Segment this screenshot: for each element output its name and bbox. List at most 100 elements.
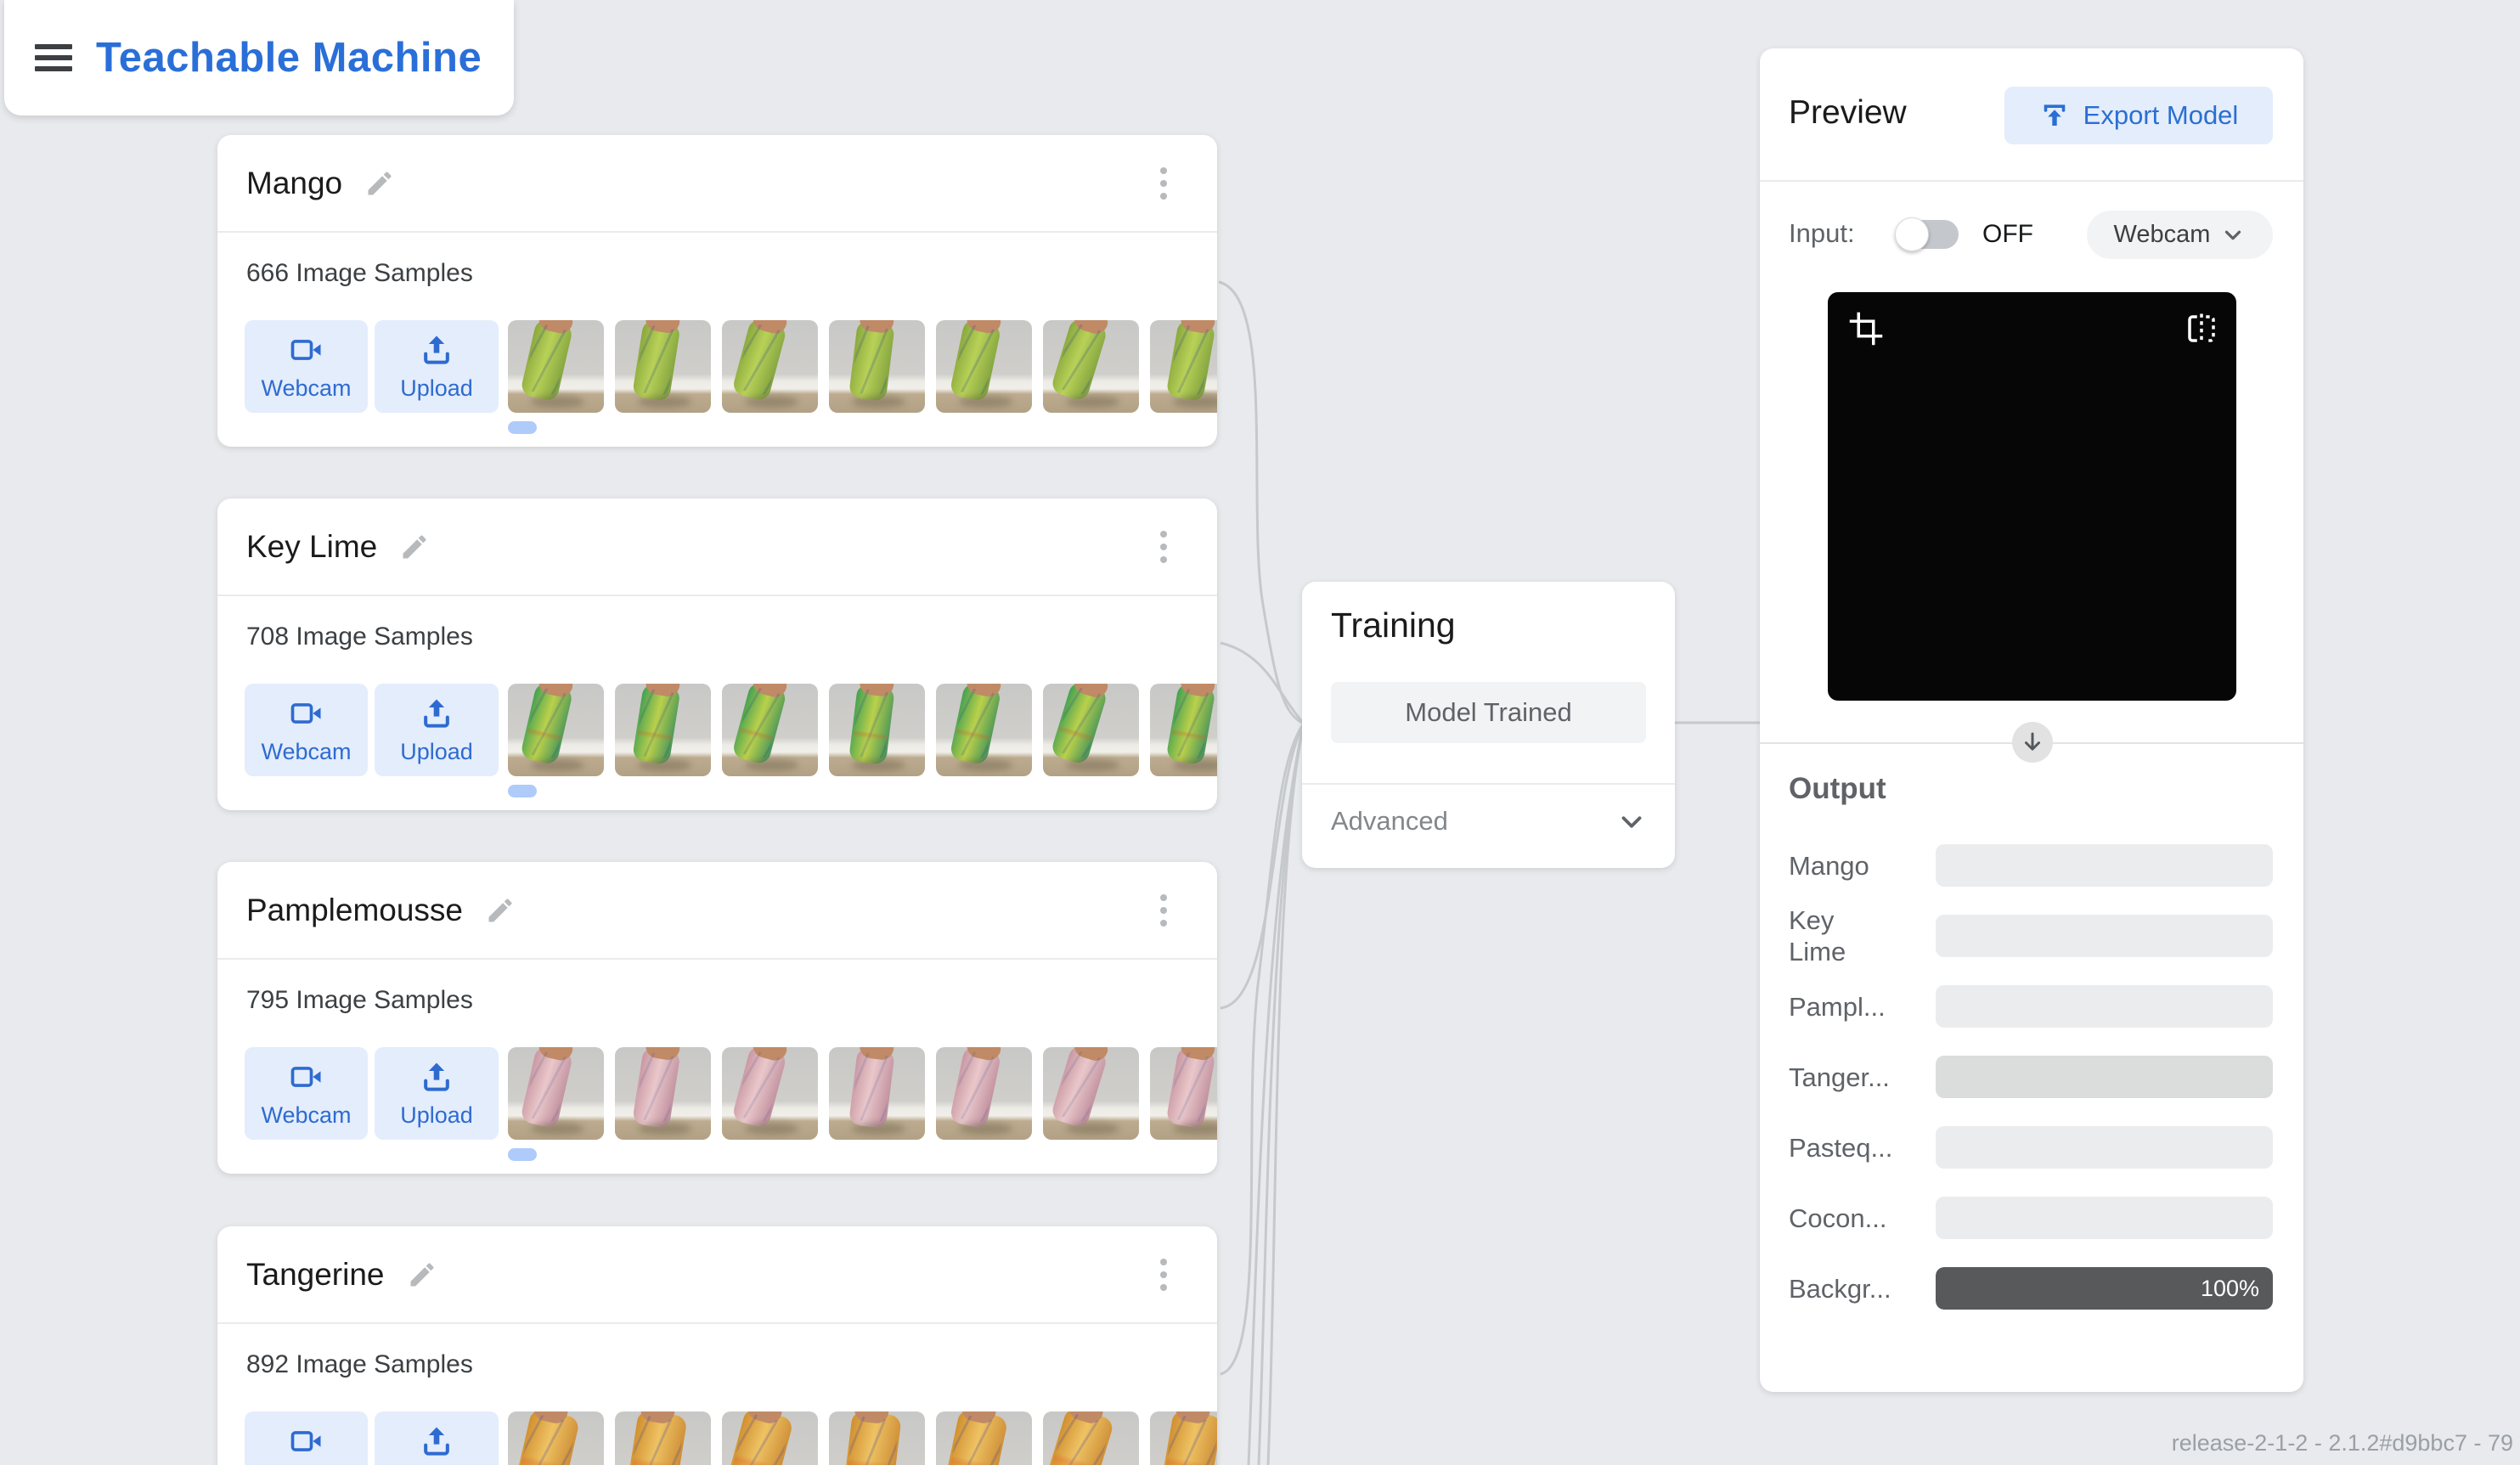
edit-pencil-icon[interactable] xyxy=(407,1259,437,1290)
train-model-button[interactable]: Model Trained xyxy=(1331,682,1646,743)
input-source-dropdown[interactable]: Webcam xyxy=(2087,211,2273,259)
confidence-bar xyxy=(1936,1126,2273,1169)
sample-count-label: 708 Image Samples xyxy=(246,623,473,651)
export-model-button[interactable]: Export Model xyxy=(2004,87,2273,144)
sample-thumbnail[interactable] xyxy=(615,320,711,413)
sample-thumbnail[interactable] xyxy=(1043,684,1139,776)
confidence-bar xyxy=(1936,1197,2273,1239)
upload-button[interactable]: Upload xyxy=(375,684,499,776)
output-heading: Output xyxy=(1789,772,1886,805)
arrow-down-icon xyxy=(2025,732,2040,751)
class-card-pamplemousse: Pamplemousse 795 Image Samples Webcam Up… xyxy=(217,862,1217,1174)
sample-thumbnail[interactable] xyxy=(1043,1047,1139,1140)
sample-thumbnail[interactable] xyxy=(722,684,818,776)
sample-thumbnail[interactable] xyxy=(508,320,604,413)
output-row: Tanger... xyxy=(1789,1056,2273,1098)
webcam-button[interactable]: Webcam xyxy=(245,1411,368,1465)
sample-thumbnail[interactable] xyxy=(722,320,818,413)
sample-thumbnail[interactable] xyxy=(615,684,711,776)
kebab-menu-icon[interactable] xyxy=(1153,892,1175,929)
upload-button[interactable]: Upload xyxy=(375,320,499,413)
advanced-section-toggle[interactable]: Advanced xyxy=(1302,794,1675,854)
sample-thumbnail[interactable] xyxy=(936,684,1032,776)
sample-thumbnail[interactable] xyxy=(1043,1411,1139,1465)
upload-icon xyxy=(424,699,449,728)
app-header: Teachable Machine xyxy=(4,0,514,116)
sample-thumbnail[interactable] xyxy=(936,1047,1032,1140)
confidence-bar xyxy=(1936,915,2273,957)
collapse-output-button[interactable] xyxy=(2012,722,2053,763)
output-row: Backgr... 100% xyxy=(1789,1267,2273,1310)
sample-thumbnail[interactable] xyxy=(1150,320,1217,413)
edit-pencil-icon[interactable] xyxy=(399,532,430,562)
flip-camera-icon[interactable] xyxy=(2184,311,2219,347)
samples-row: Webcam Upload xyxy=(217,1411,1217,1465)
output-rows: Mango Key Lime Pampl... Tanger... Pasteq… xyxy=(1789,844,2273,1338)
upload-button[interactable]: Upload xyxy=(375,1047,499,1140)
sample-thumbnail[interactable] xyxy=(936,320,1032,413)
preview-panel: Preview Export Model Input: OFF Webcam O… xyxy=(1760,48,2303,1392)
sample-thumbnail[interactable] xyxy=(936,1411,1032,1465)
sample-thumbnail[interactable] xyxy=(615,1411,711,1465)
edit-pencil-icon[interactable] xyxy=(485,895,516,926)
training-panel: Training Model Trained Advanced xyxy=(1302,582,1675,868)
samples-row: Webcam Upload xyxy=(217,1047,1217,1140)
hamburger-menu-icon[interactable] xyxy=(35,38,72,77)
sample-thumbnail[interactable] xyxy=(1043,320,1139,413)
class-card-key-lime: Key Lime 708 Image Samples Webcam Upload xyxy=(217,499,1217,810)
output-row: Mango xyxy=(1789,844,2273,887)
webcam-button[interactable]: Webcam xyxy=(245,320,368,413)
sample-thumbnails[interactable] xyxy=(508,1411,1217,1465)
upload-button-label: Upload xyxy=(400,739,473,764)
webcam-icon xyxy=(290,703,320,724)
sample-thumbnails[interactable] xyxy=(508,320,1217,413)
webcam-icon xyxy=(290,1431,320,1451)
thumbnail-scrollbar[interactable] xyxy=(508,785,537,797)
sample-thumbnail[interactable] xyxy=(829,1047,925,1140)
input-toggle-switch[interactable] xyxy=(1895,217,1959,251)
app-title[interactable]: Teachable Machine xyxy=(96,34,482,82)
class-card-header: Mango xyxy=(217,135,1217,233)
upload-icon xyxy=(424,335,449,364)
divider xyxy=(1302,783,1675,785)
output-class-label: Tanger... xyxy=(1789,1062,1890,1092)
class-card-header: Tangerine xyxy=(217,1226,1217,1324)
confidence-bar xyxy=(1936,1056,2273,1098)
chevron-down-icon xyxy=(1615,806,1648,838)
confidence-value: 100% xyxy=(2200,1276,2259,1301)
class-title: Mango xyxy=(246,165,343,200)
thumbnail-scrollbar[interactable] xyxy=(508,1148,537,1161)
webcam-button-label: Webcam xyxy=(261,1102,352,1128)
sample-thumbnail[interactable] xyxy=(722,1411,818,1465)
sample-count-label: 795 Image Samples xyxy=(246,986,473,1014)
kebab-menu-icon[interactable] xyxy=(1153,528,1175,566)
kebab-menu-icon[interactable] xyxy=(1153,1256,1175,1293)
thumbnail-scrollbar[interactable] xyxy=(508,421,537,434)
sample-thumbnail[interactable] xyxy=(508,1047,604,1140)
sample-thumbnail[interactable] xyxy=(508,684,604,776)
sample-thumbnail[interactable] xyxy=(829,320,925,413)
training-title: Training xyxy=(1331,606,1456,645)
sample-thumbnail[interactable] xyxy=(615,1047,711,1140)
sample-thumbnail[interactable] xyxy=(722,1047,818,1140)
sample-thumbnails[interactable] xyxy=(508,1047,1217,1140)
class-title: Key Lime xyxy=(246,528,378,564)
sample-thumbnail[interactable] xyxy=(1150,1411,1217,1465)
sample-thumbnail[interactable] xyxy=(829,1411,925,1465)
samples-row: Webcam Upload xyxy=(217,684,1217,776)
sample-thumbnail[interactable] xyxy=(508,1411,604,1465)
sample-thumbnails[interactable] xyxy=(508,684,1217,776)
upload-button[interactable]: Upload xyxy=(375,1411,499,1465)
export-model-label: Export Model xyxy=(2083,100,2239,130)
webcam-button[interactable]: Webcam xyxy=(245,684,368,776)
crop-icon[interactable] xyxy=(1848,311,1884,347)
sample-thumbnail[interactable] xyxy=(1150,684,1217,776)
kebab-menu-icon[interactable] xyxy=(1153,165,1175,202)
sample-thumbnail[interactable] xyxy=(1150,1047,1217,1140)
input-source-value: Webcam xyxy=(2113,221,2211,248)
webcam-button[interactable]: Webcam xyxy=(245,1047,368,1140)
class-title: Tangerine xyxy=(246,1256,385,1292)
edit-pencil-icon[interactable] xyxy=(364,168,395,199)
webcam-button-label: Webcam xyxy=(261,739,352,764)
sample-thumbnail[interactable] xyxy=(829,684,925,776)
